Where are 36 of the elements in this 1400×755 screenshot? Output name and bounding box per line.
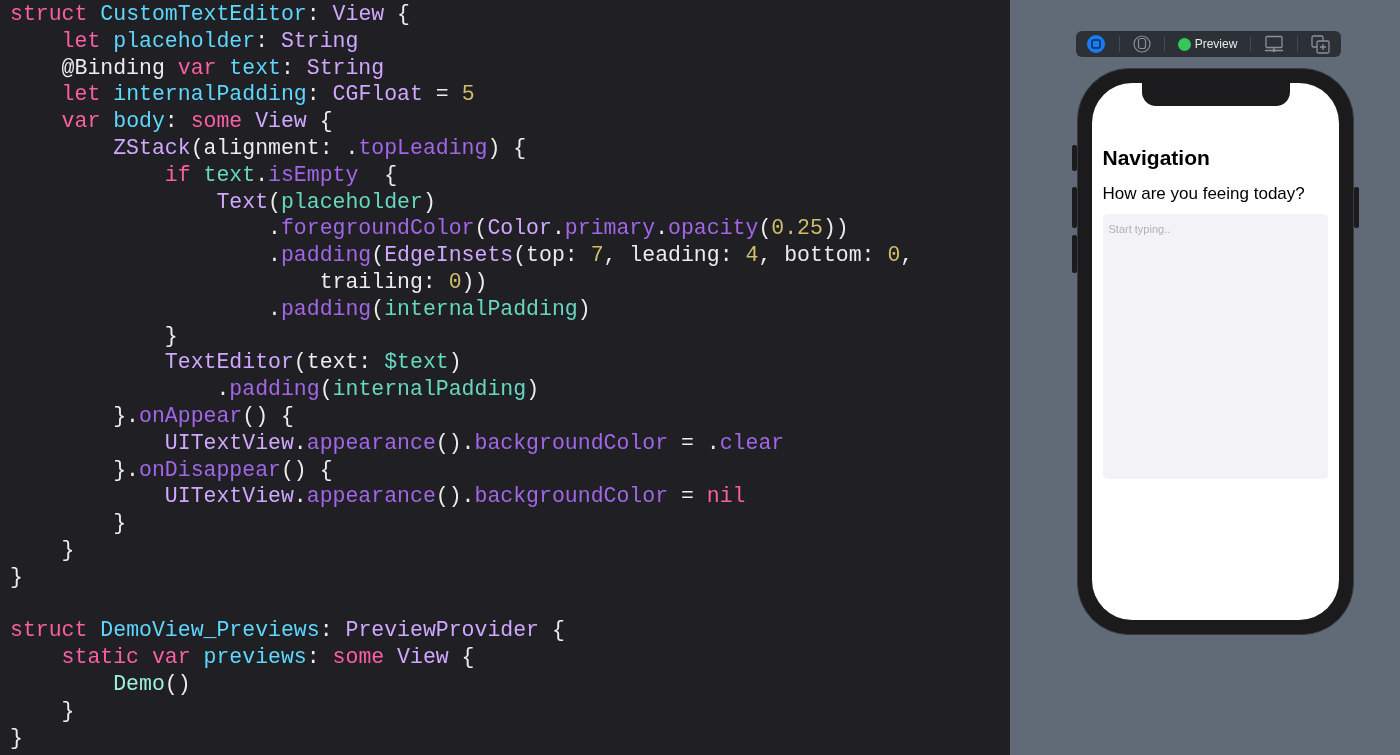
- code-line: struct DemoView_Previews: PreviewProvider {: [10, 617, 566, 645]
- monitor-icon[interactable]: [1264, 35, 1285, 53]
- navigation-title: Navigation: [1102, 146, 1211, 170]
- code-line: TextEditor(text: $text): [163, 349, 463, 377]
- code-line: }.onDisappear() {: [112, 456, 334, 484]
- code-line: }: [60, 536, 76, 564]
- code-line: .padding(EdgeInsets(top: 7, leading: 4, bottom: 0,: [267, 242, 915, 269]
- code-line: var body: some View {: [60, 108, 334, 135]
- code-line: if text.isEmpty {: [163, 161, 399, 189]
- code-line: .foregroundColor(Color.primary.opacity(0.25)): [267, 215, 850, 243]
- code-line: }: [112, 510, 128, 537]
- code-line: }: [163, 322, 179, 350]
- code-line: }: [60, 697, 76, 725]
- status-dot-icon: [1177, 37, 1191, 51]
- code-line: }.onAppear() {: [112, 402, 295, 430]
- code-line: Demo(): [112, 670, 192, 698]
- code-line: .padding(internalPadding): [215, 376, 541, 403]
- code-line: trailing: 0)): [318, 268, 489, 296]
- code-line: }: [10, 563, 24, 591]
- code-line: Text(placeholder): [215, 188, 437, 216]
- code-line: @Binding var text: String: [60, 54, 386, 82]
- prompt-label: How are you feeing today?: [1102, 184, 1306, 204]
- duplicate-icon[interactable]: [1311, 34, 1331, 54]
- code-line: UITextView.appearance().backgroundColor = .clear: [163, 429, 786, 457]
- device-icon[interactable]: [1132, 35, 1151, 53]
- stop-icon[interactable]: [1085, 34, 1106, 54]
- code-line: }: [10, 724, 24, 752]
- code-line: ZStack(alignment: .topLeading) {: [112, 135, 528, 162]
- code-line: UITextView.appearance().backgroundColor = nil: [163, 483, 747, 511]
- code-line: let placeholder: String: [60, 27, 360, 55]
- code-line: static var previews: some View {: [60, 644, 476, 671]
- text-editor-field[interactable]: Start typing..: [1102, 214, 1328, 479]
- code-line: .padding(internalPadding): [267, 295, 592, 323]
- code-line: let internalPadding: CGFloat = 5: [60, 81, 476, 109]
- code-line: struct CustomTextEditor: View {: [10, 1, 411, 28]
- preview-button[interactable]: Preview: [1177, 37, 1238, 51]
